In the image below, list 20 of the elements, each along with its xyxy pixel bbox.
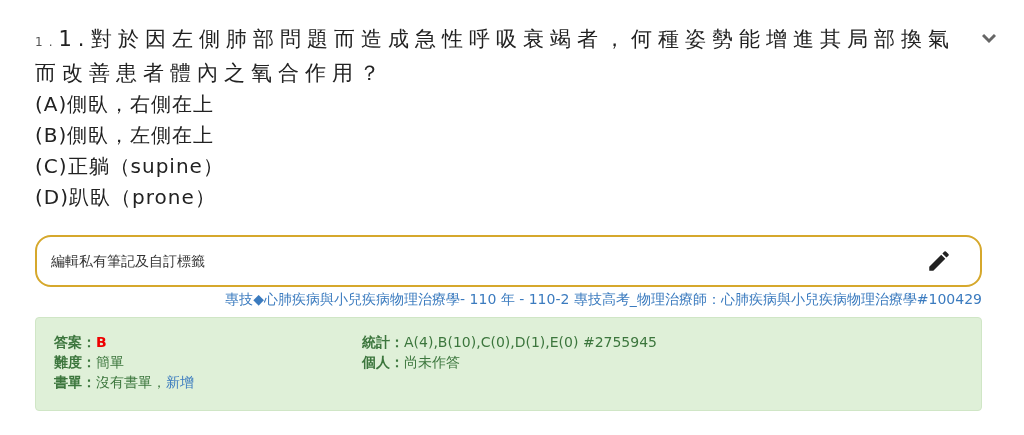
answer-option: (B)側臥，左側在上	[35, 120, 982, 151]
field-value: 沒有書單，	[96, 374, 166, 390]
field-label: 個人：	[362, 354, 404, 370]
field-label: 統計：	[362, 334, 404, 350]
field-value: A(4),B(10),C(0),D(1),E(0) #2755945	[404, 334, 657, 350]
field-label: 書單：	[54, 374, 96, 390]
field-label: 難度：	[54, 354, 96, 370]
add-link[interactable]: 新增	[166, 374, 194, 390]
answer-value: B	[96, 334, 107, 350]
answer-option: (A)側臥，右側在上	[35, 89, 982, 120]
question-text: 1.1.對於因左側肺部問題而造成急性呼吸衰竭者，何種姿勢能增進其局部換氣而改善患者體內之氧合作用？	[35, 26, 956, 87]
field-value: 尚未作答	[404, 354, 460, 370]
pencil-icon[interactable]	[926, 248, 952, 274]
source-link[interactable]: 專技◆心肺疾病與小兒疾病物理治療學- 110 年 - 110-2 專技高考_物理治療師：心肺疾病與小兒疾病物理治療學#100429	[35, 291, 982, 309]
answer-option: (C)正躺（supine）	[35, 151, 982, 182]
chevron-down-icon[interactable]	[982, 32, 996, 44]
answer-option: (D)趴臥（prone）	[35, 182, 982, 213]
note-field[interactable]: 編輯私有筆記及自訂標籤	[35, 235, 982, 287]
field-value: 簡單	[96, 354, 124, 370]
field-label: 答案：	[54, 334, 96, 350]
